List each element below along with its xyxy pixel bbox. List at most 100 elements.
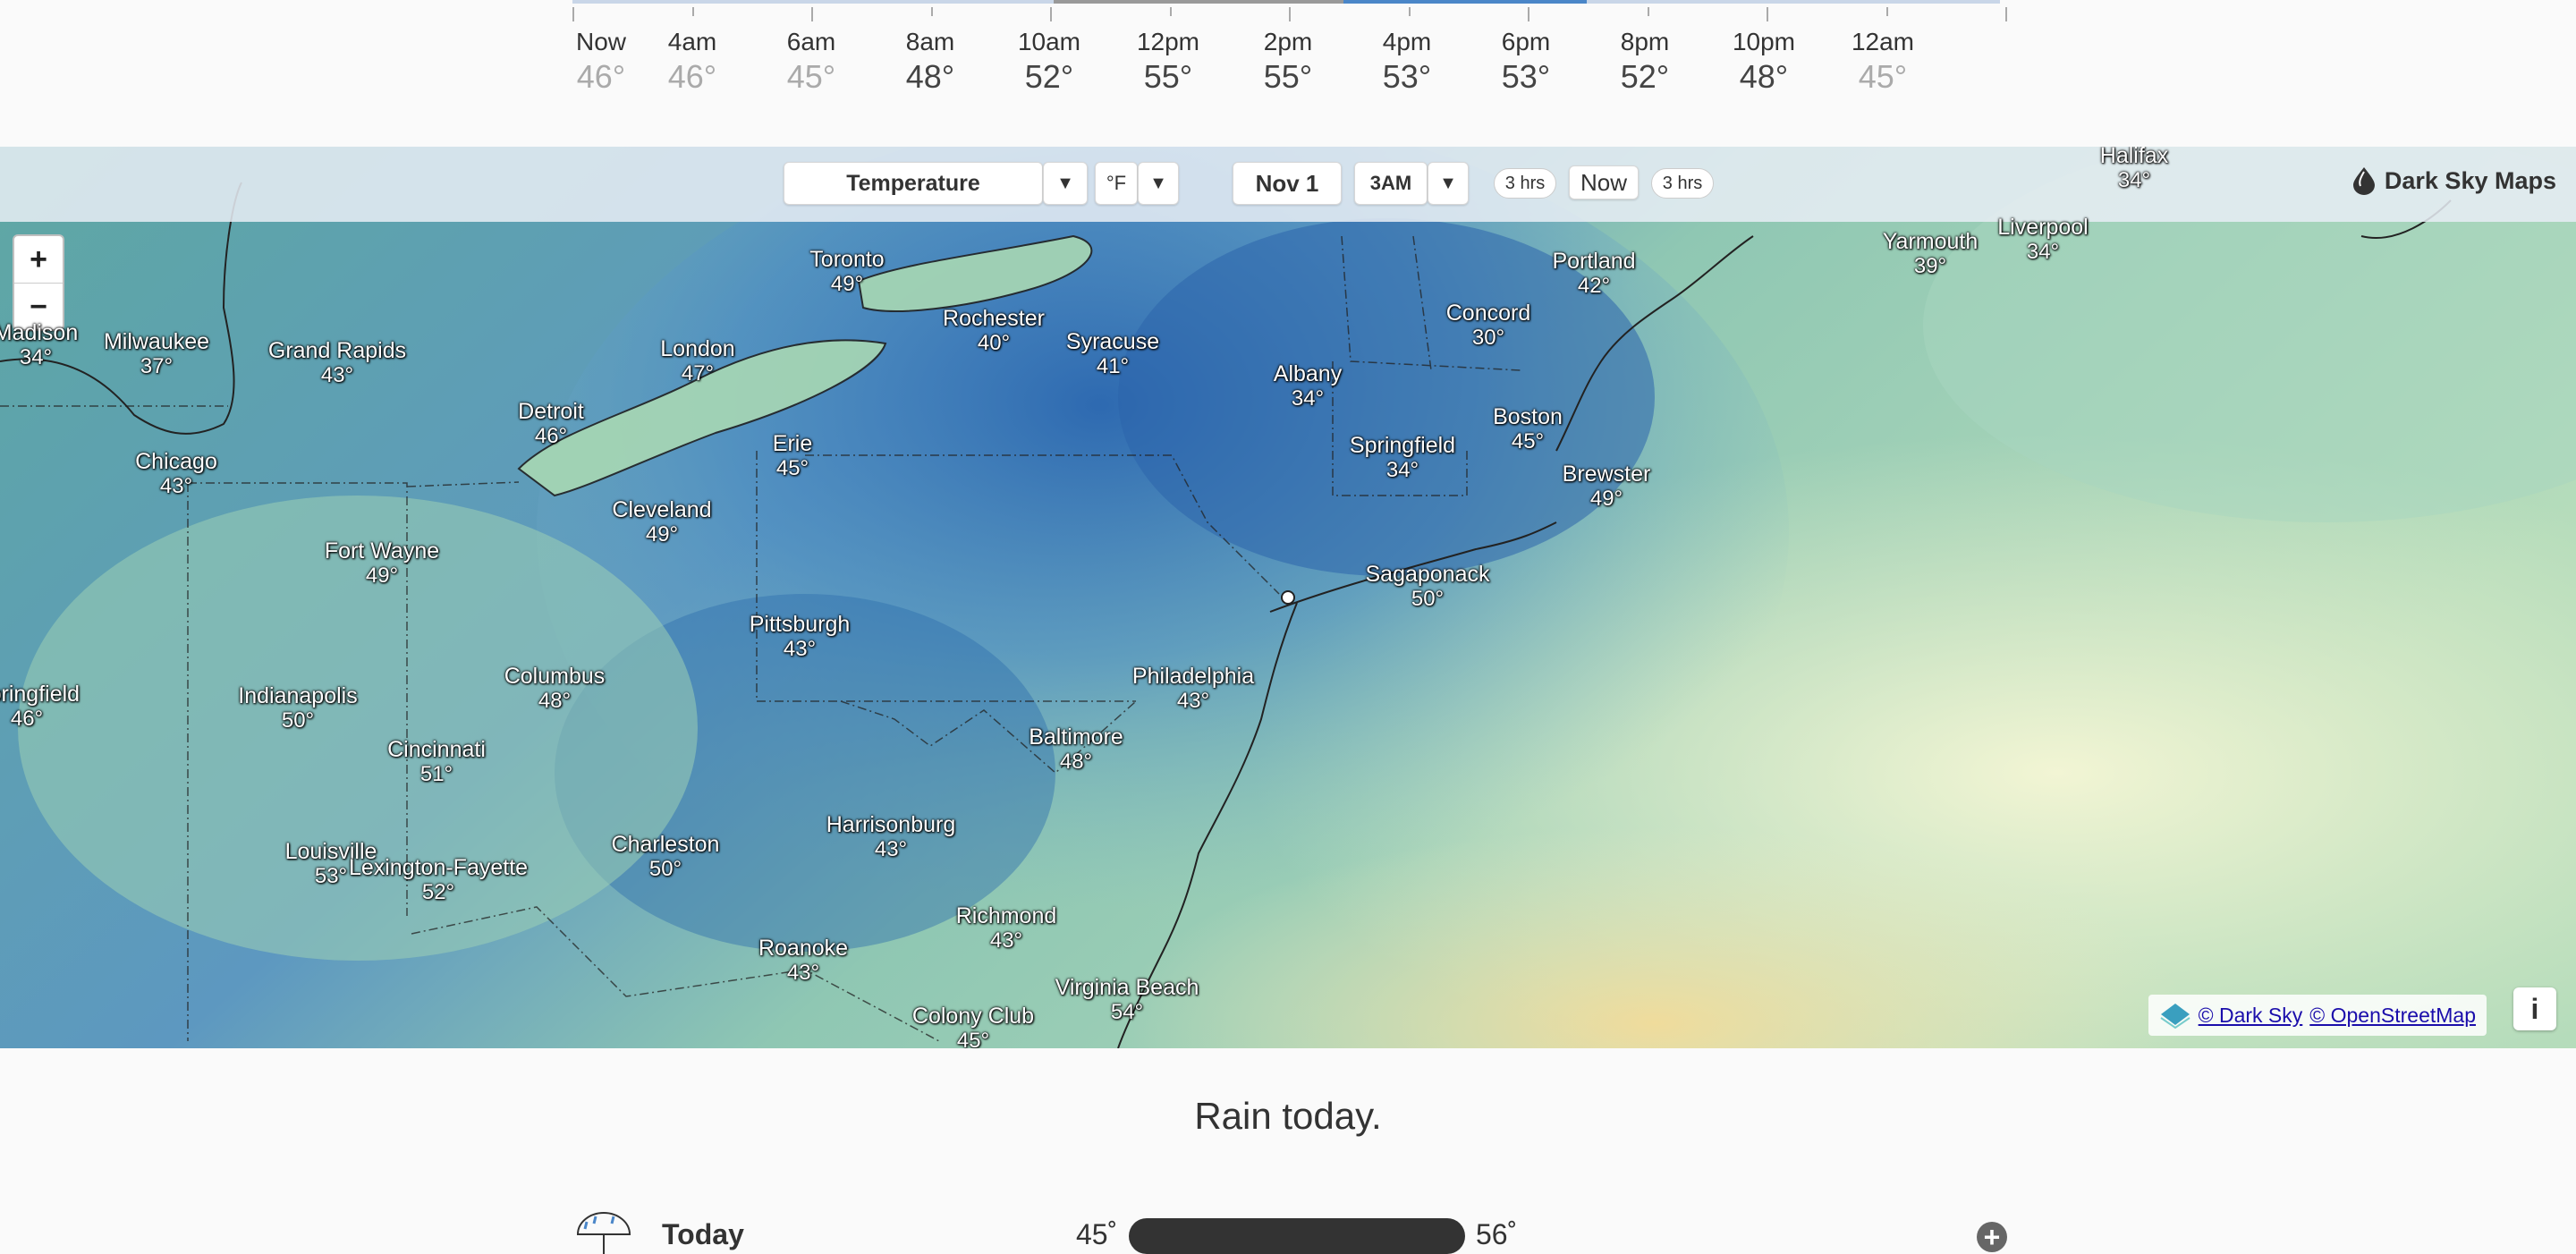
city-name: Albany [1273, 361, 1343, 386]
openstreetmap-attribution-link[interactable]: © OpenStreetMap [2309, 1004, 2476, 1028]
city-label: Portland 42° [1552, 249, 1635, 299]
hour-temp: 48° [1739, 58, 1789, 95]
city-temp: 34° [1291, 386, 1325, 411]
date-button[interactable]: Nov 1 [1233, 162, 1342, 205]
city-temp: 39° [1913, 254, 1947, 278]
hour-temp: 46° [667, 58, 717, 95]
expand-button[interactable]: + [1977, 1221, 2007, 1253]
hour-item[interactable]: 4am 46° [643, 27, 741, 97]
city-label: Cleveland 49° [612, 497, 711, 547]
city-temp: 54° [1110, 1000, 1144, 1024]
hour-item[interactable]: 12am 45° [1834, 27, 1932, 97]
layers-icon[interactable] [2159, 1002, 2191, 1029]
low-temp: 45˚ [1076, 1218, 1118, 1250]
info-button[interactable]: i [2513, 987, 2556, 1030]
city-name: Brewster [1562, 462, 1651, 487]
city-label: Boston 45° [1493, 404, 1563, 454]
hourly-bar-future [1587, 0, 2000, 4]
step-back-button[interactable]: 3 hrs [1494, 168, 1556, 199]
city-temp: 34° [19, 345, 53, 369]
hour-item[interactable]: 6am 45° [762, 27, 860, 97]
hour-time: 4pm [1382, 28, 1432, 55]
city-temp: 50° [281, 708, 315, 733]
step-forward-button[interactable]: 3 hrs [1651, 168, 1714, 199]
city-name: Charleston [611, 832, 720, 857]
now-button[interactable]: Now [1569, 165, 1639, 199]
daily-row-today[interactable]: Today 45˚ 56˚ + [572, 1207, 2007, 1254]
dark-sky-maps-brand[interactable]: Dark Sky Maps [2352, 166, 2556, 195]
city-label: Philadelphia 43° [1132, 664, 1254, 714]
city-label: Sagaponack 50° [1365, 562, 1489, 612]
time-label: 3AM [1369, 172, 1412, 194]
hour-item[interactable]: Now 46° [552, 27, 650, 97]
unit-select[interactable]: °F [1095, 162, 1138, 205]
city-label: London 47° [660, 336, 734, 386]
hour-item[interactable]: 10am 52° [1000, 27, 1098, 97]
hourly-bar-now [1054, 0, 1343, 4]
zoom-in-button[interactable]: + [14, 236, 63, 284]
layer-dropdown-arrow[interactable]: ▼ [1043, 162, 1088, 205]
city-label: Virginia Beach 54° [1055, 975, 1199, 1025]
hour-item[interactable]: 8am 48° [881, 27, 979, 97]
dark-sky-logo-icon [2352, 167, 2375, 195]
city-name: Milwaukee [103, 329, 210, 354]
city-name: Columbus [504, 664, 606, 689]
hour-tick [1169, 7, 1172, 16]
hour-tick [2005, 7, 2007, 21]
city-temp: 45° [956, 1029, 990, 1048]
hour-item[interactable]: 12pm 55° [1119, 27, 1217, 97]
time-select[interactable]: 3AM [1354, 162, 1428, 205]
city-label: Colony Club 45° [912, 1004, 1034, 1048]
city-label: Chicago 43° [135, 449, 217, 499]
layer-select[interactable]: Temperature [784, 162, 1043, 205]
hour-item[interactable]: 2pm 55° [1239, 27, 1337, 97]
city-name: Boston [1493, 404, 1563, 429]
dark-sky-attribution-link[interactable]: © Dark Sky [2199, 1004, 2303, 1028]
city-name: Cleveland [612, 497, 712, 522]
now-label: Now [1580, 168, 1627, 196]
city-temp: 45° [775, 456, 809, 480]
hourly-forecast: Now 46° 4am 46° 6am 45° 8am 48° 10am 52° 12pm 55° 2p… [0, 0, 2576, 147]
city-name: Halifax [2099, 147, 2169, 168]
city-temp: 34° [2117, 168, 2151, 192]
city-label: Columbus 48° [504, 664, 606, 714]
city-temp: 41° [1096, 354, 1130, 378]
high-temp: 56˚ [1476, 1218, 1518, 1250]
city-label: Halifax 34° [2100, 147, 2168, 193]
city-temp: 51° [419, 762, 453, 786]
hour-item[interactable]: 10pm 48° [1715, 27, 1813, 97]
city-temp: 46° [534, 424, 568, 448]
city-name: Indianapolis [238, 683, 358, 708]
map-toolbar: Temperature ▼ °F ▼ Nov 1 3AM ▼ 3 hrs Now… [0, 147, 2576, 222]
unit-label: °F [1106, 172, 1127, 194]
city-temp: 45° [1511, 429, 1545, 453]
hour-item[interactable]: 4pm 53° [1358, 27, 1456, 97]
hour-temp: 55° [1263, 58, 1313, 95]
hour-temp: 45° [786, 58, 836, 95]
hour-time: 12pm [1136, 28, 1200, 55]
city-label: Cincinnati 51° [387, 737, 486, 787]
hour-item[interactable]: 8pm 52° [1596, 27, 1694, 97]
hour-temp: 46° [576, 58, 626, 95]
temperature-map-layer [0, 147, 2576, 1048]
hourly-bar-rain [1343, 0, 1587, 4]
hourly-bar-past [572, 0, 1054, 4]
city-temp: 30° [1471, 326, 1505, 350]
location-marker [1281, 590, 1295, 605]
layer-select-label: Temperature [846, 170, 980, 196]
city-temp: 43° [874, 837, 908, 861]
hour-temp: 48° [905, 58, 955, 95]
hour-tick [811, 7, 813, 21]
city-name: Harrisonburg [826, 812, 956, 837]
weather-map[interactable]: Temperature ▼ °F ▼ Nov 1 3AM ▼ 3 hrs Now… [0, 147, 2576, 1048]
unit-dropdown-arrow[interactable]: ▼ [1138, 162, 1179, 205]
hour-time: 12am [1851, 28, 1915, 55]
city-name: Baltimore [1029, 724, 1123, 750]
city-temp: 53° [314, 864, 348, 888]
city-temp: 40° [977, 331, 1011, 355]
hour-time: 6pm [1501, 28, 1551, 55]
time-dropdown-arrow[interactable]: ▼ [1428, 162, 1469, 205]
city-name: Springfield [0, 682, 80, 707]
hour-item[interactable]: 6pm 53° [1477, 27, 1575, 97]
temp-range-bar [1129, 1218, 1465, 1254]
